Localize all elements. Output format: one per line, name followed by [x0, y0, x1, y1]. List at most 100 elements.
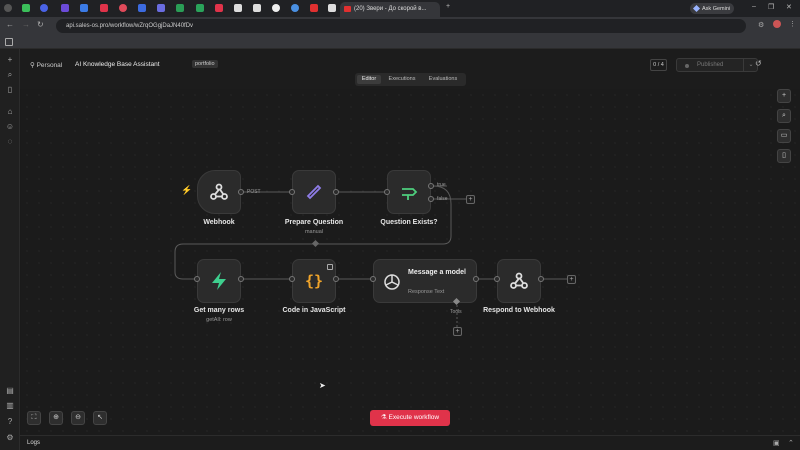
logs-label: Logs [27, 440, 41, 446]
browser-menu-icon[interactable]: ⋮ [789, 20, 796, 28]
ask-gemini-button[interactable]: Ask Gemini [690, 3, 734, 14]
if-true-port[interactable] [428, 183, 434, 189]
message-model-sub: Response Text [408, 289, 445, 295]
url-field[interactable]: api.sales-os.pro/workflow/wZrqOGgjDaJN40… [56, 19, 746, 33]
workflow-title[interactable]: AI Knowledge Base Assistant [75, 61, 160, 68]
webhook-label: Webhook [203, 219, 235, 226]
browser-tab-bar: (20) Звери - До скорой в... + Ask Gemini… [0, 0, 800, 17]
insights-icon[interactable]: ▥ [5, 401, 15, 411]
prepare-question-node[interactable] [292, 170, 336, 214]
status-dot-icon [685, 63, 689, 68]
tab-icon-6[interactable] [138, 4, 146, 12]
profile-avatar[interactable] [773, 20, 781, 28]
model-input-port[interactable] [370, 276, 376, 282]
logs-expand-icon[interactable]: ▣ [773, 439, 780, 447]
maximize-button[interactable]: ❐ [768, 3, 774, 11]
close-window-button[interactable]: ✕ [786, 3, 792, 11]
tab-icon-5[interactable] [119, 4, 127, 12]
tab-icon-3[interactable] [80, 4, 88, 12]
add-node-end-plus[interactable]: + [567, 275, 576, 284]
get-rows-input-port[interactable] [194, 276, 200, 282]
extensions-icon[interactable]: ⚙ [758, 21, 764, 29]
github-tab-icon[interactable] [272, 4, 280, 12]
prepare-input-port[interactable] [289, 189, 295, 195]
logs-panel[interactable]: Logs ▣ ⌃ [20, 435, 800, 450]
back-arrow-icon[interactable]: ← [6, 20, 14, 29]
youtube-icon [344, 6, 351, 12]
active-browser-tab[interactable]: (20) Звери - До скорой в... [340, 2, 440, 17]
execute-workflow-button[interactable]: ⚗ Execute workflow [370, 410, 450, 426]
tab-sheets-icon[interactable] [22, 4, 30, 12]
tab-icon-13[interactable] [291, 4, 299, 12]
message-model-node[interactable]: Message a model Response Text [373, 259, 477, 303]
respond-input-port[interactable] [494, 276, 500, 282]
get-many-rows-node[interactable] [197, 259, 241, 303]
tab-icon-10[interactable] [215, 4, 223, 12]
new-tab-button[interactable]: + [446, 3, 450, 10]
tab-icon-4[interactable] [100, 4, 108, 12]
node-settings-icon[interactable] [327, 264, 333, 270]
code-label: Code in JavaScript [282, 307, 346, 314]
model-output-port[interactable] [473, 276, 479, 282]
publish-button[interactable]: Published ⌄ [676, 58, 758, 72]
tab-icon-2[interactable] [61, 4, 69, 12]
pointer-tool-icon[interactable]: ↖ [93, 411, 107, 425]
code-input-port[interactable] [289, 276, 295, 282]
question-exists-node[interactable] [387, 170, 431, 214]
canvas-search-icon[interactable]: ⌕ [777, 109, 791, 123]
webhook-node[interactable] [197, 170, 241, 214]
add-node-button[interactable]: + [777, 89, 791, 103]
forward-arrow-icon[interactable]: → [22, 20, 30, 29]
chat-icon[interactable]: ◌ [5, 137, 15, 147]
apps-grid-icon[interactable] [5, 38, 13, 46]
version-counter: 0 / 4 [650, 59, 667, 71]
add-node-false-plus[interactable]: + [466, 195, 475, 204]
tab-icon-12[interactable] [253, 4, 261, 12]
history-icon[interactable]: ↺ [755, 59, 762, 68]
side-panel-icon[interactable]: ▯ [777, 149, 791, 163]
tab-icon-9[interactable] [196, 4, 204, 12]
workflow-canvas[interactable]: ⚡ POST Webhook Prepare Question manual t… [21, 89, 800, 435]
tab-icon-11[interactable] [234, 4, 242, 12]
search-icon[interactable]: ⌕ [5, 70, 15, 80]
panel-toggle-icon[interactable]: ▯ [5, 85, 15, 95]
plus-icon[interactable]: + [5, 55, 15, 65]
zoom-in-icon[interactable]: ⊕ [49, 411, 63, 425]
webhook-icon [198, 171, 240, 213]
tab-icon-1[interactable] [40, 4, 48, 12]
respond-output-port[interactable] [538, 276, 544, 282]
tab-executions[interactable]: Executions [383, 75, 421, 84]
add-tool-plus[interactable]: + [453, 327, 462, 336]
user-icon[interactable]: ☺ [5, 122, 15, 132]
reload-icon[interactable]: ↻ [37, 20, 44, 29]
tab-evaluations[interactable]: Evaluations [423, 75, 463, 84]
logs-chevron-icon[interactable]: ⌃ [788, 439, 794, 447]
settings-gear-icon[interactable]: ⚙ [5, 433, 15, 443]
help-icon[interactable]: ? [5, 417, 15, 427]
respond-webhook-node[interactable] [497, 259, 541, 303]
flask-icon: ⚗ [380, 414, 389, 421]
if-input-port[interactable] [384, 189, 390, 195]
get-rows-output-port[interactable] [238, 276, 244, 282]
tab-icon-7[interactable] [157, 4, 165, 12]
tab-editor[interactable]: Editor [357, 75, 381, 84]
home-icon[interactable]: ⌂ [5, 107, 15, 117]
minimize-button[interactable]: – [752, 3, 756, 10]
fit-view-icon[interactable]: ⛶ [27, 411, 41, 425]
zoom-out-icon[interactable]: ⊖ [71, 411, 85, 425]
tab-menu-icon[interactable] [4, 4, 12, 12]
left-sidebar: + ⌕ ▯ ⌂ ☺ ◌ ▤ ▥ ? ⚙ [0, 49, 20, 450]
workflow-tag[interactable]: portfolio [192, 60, 218, 68]
tab-icon-14[interactable] [328, 4, 336, 12]
youtube-tab-icon[interactable] [310, 4, 318, 12]
tab-icon-8[interactable] [176, 4, 184, 12]
sticky-note-icon[interactable]: ▭ [777, 129, 791, 143]
mouse-cursor-icon: ➤ [319, 381, 326, 390]
code-output-port[interactable] [333, 276, 339, 282]
webhook-output-port[interactable] [238, 189, 244, 195]
if-false-port[interactable] [428, 196, 434, 202]
workspace-breadcrumb[interactable]: ⚲ Personal [30, 61, 62, 69]
pen-icon [293, 171, 335, 213]
prepare-output-port[interactable] [333, 189, 339, 195]
templates-icon[interactable]: ▤ [5, 386, 15, 396]
